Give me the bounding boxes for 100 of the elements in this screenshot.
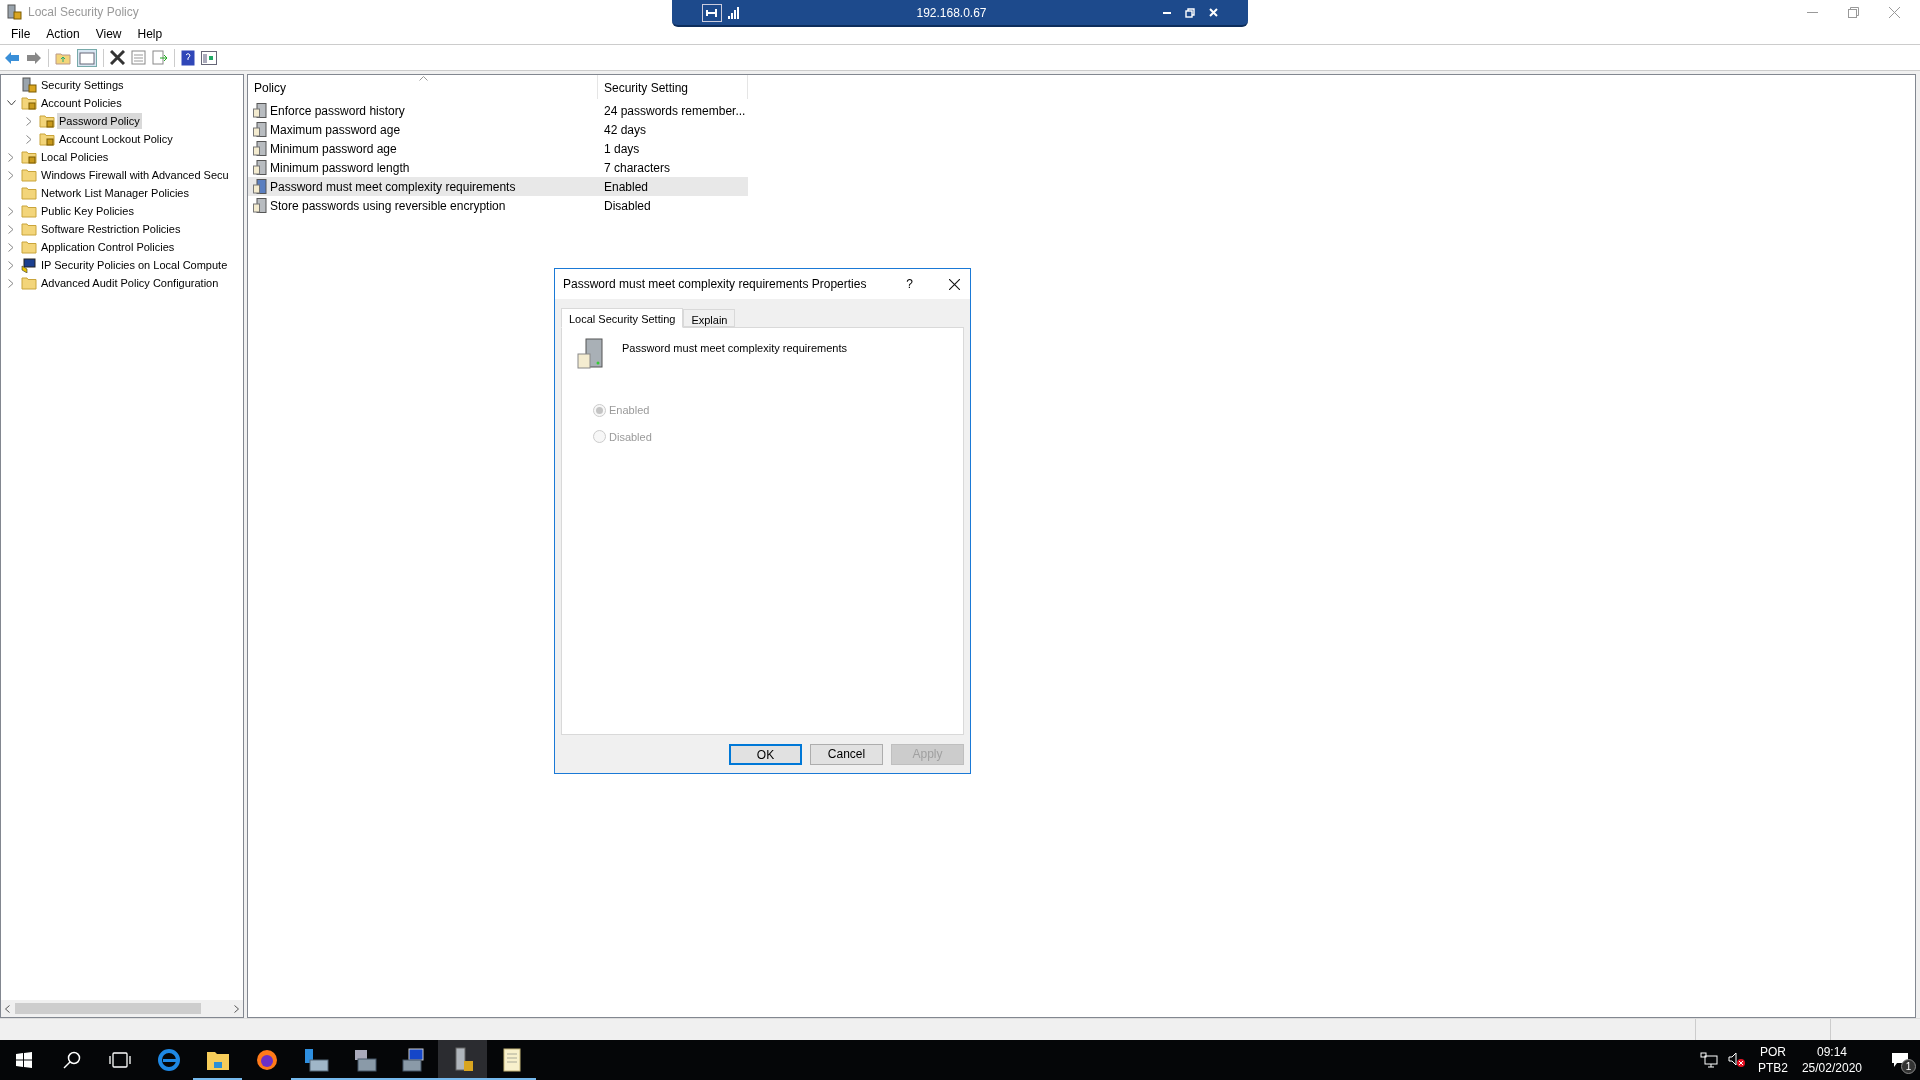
policy-icon: [253, 122, 267, 137]
security-setting: 42 days: [603, 121, 647, 139]
tree-row[interactable]: Application Control Policies: [1, 238, 243, 256]
menu-item[interactable]: View: [88, 25, 129, 43]
policy-icon: [253, 103, 267, 118]
menu-item[interactable]: Action: [39, 25, 87, 43]
taskbar-app[interactable]: [438, 1040, 487, 1080]
tree-item[interactable]: Advanced Audit Policy Configuration: [39, 274, 221, 292]
help-book-icon[interactable]: [181, 49, 195, 66]
policy-icon: [253, 179, 267, 194]
tree-item[interactable]: Security Settings: [39, 76, 126, 94]
security-setting: Enabled: [603, 178, 649, 196]
table-row[interactable]: Maximum password age 42 days: [248, 120, 748, 139]
tab[interactable]: Explain: [683, 309, 736, 327]
scroll-left-icon[interactable]: [5, 1004, 10, 1013]
show-pane-icon[interactable]: [77, 48, 97, 67]
task-view-icon: [109, 1052, 131, 1068]
monitor-toolbox-icon: [400, 1048, 427, 1072]
help-button[interactable]: ?: [906, 275, 913, 293]
tree-item[interactable]: Application Control Policies: [39, 238, 177, 256]
policy-name: Maximum password age: [270, 121, 401, 139]
dialog-button[interactable]: OK: [729, 743, 802, 765]
folder-icon: [21, 275, 37, 291]
tree-item[interactable]: Password Policy: [57, 112, 142, 130]
clock-time[interactable]: 09:14: [1816, 1044, 1847, 1060]
restore-icon[interactable]: [1185, 7, 1195, 18]
tree-row[interactable]: Windows Firewall with Advanced Secu: [1, 166, 243, 184]
policy-name: Password must meet complexity requirements: [270, 178, 516, 196]
dialog-button[interactable]: Cancel: [810, 743, 883, 765]
policy-heading: Password must meet complexity requirements: [622, 341, 847, 356]
locked-folder-icon: [21, 149, 37, 165]
keyboard-layout[interactable]: PTB2: [1757, 1060, 1788, 1076]
server-lock-icon: [21, 77, 37, 93]
tree-row[interactable]: Local Policies: [1, 148, 243, 166]
panel-view-icon[interactable]: [201, 50, 217, 65]
column-header[interactable]: Policy: [248, 75, 598, 99]
column-header[interactable]: Security Setting: [598, 75, 748, 99]
table-row[interactable]: Store passwords using reversible encryption Disabled: [248, 196, 748, 215]
security-setting: 24 passwords remember...: [603, 102, 746, 120]
scroll-right-icon[interactable]: [234, 1004, 239, 1013]
menu-item[interactable]: File: [4, 25, 38, 43]
policy-icon: [253, 198, 267, 213]
dialog-title: Password must meet complexity requirements Properties: [563, 276, 867, 293]
scroll-icon: [500, 1048, 523, 1072]
tree-item[interactable]: Account Lockout Policy: [57, 130, 175, 148]
input-language[interactable]: POR: [1759, 1044, 1786, 1060]
security-setting: 7 characters: [603, 159, 671, 177]
tree-row[interactable]: IP Security Policies on Local Compute: [1, 256, 243, 274]
tree-row[interactable]: Network List Manager Policies: [1, 184, 243, 202]
policy-icon: [253, 141, 267, 156]
table-row[interactable]: Enforce password history 24 passwords remember...: [248, 101, 748, 120]
remote-host: 192.168.0.67: [916, 4, 987, 22]
security-setting: Disabled: [603, 197, 651, 215]
tree-item[interactable]: Account Policies: [39, 94, 124, 112]
server-lock-icon: [6, 4, 22, 20]
forward-arrow-icon[interactable]: [26, 50, 42, 65]
clock-date[interactable]: 25/02/2020: [1801, 1060, 1862, 1076]
fox-globe-icon: [254, 1048, 279, 1072]
locked-folder-icon: [39, 113, 55, 129]
tree-item[interactable]: Windows Firewall with Advanced Secu: [39, 166, 231, 184]
tree-row[interactable]: Public Key Policies: [1, 202, 243, 220]
export-list-icon[interactable]: [152, 50, 168, 65]
tree-item[interactable]: Public Key Policies: [39, 202, 136, 220]
tab[interactable]: Local Security Setting: [561, 308, 684, 328]
tree-row[interactable]: Account Policies: [1, 94, 243, 112]
delete-x-icon[interactable]: [110, 50, 125, 65]
tree-item[interactable]: Software Restriction Policies: [39, 220, 183, 238]
pin-icon[interactable]: [702, 3, 722, 22]
back-arrow-icon[interactable]: [4, 50, 20, 65]
tree-row[interactable]: Security Settings: [1, 76, 243, 94]
folder-icon: [21, 221, 37, 237]
tree-row[interactable]: Password Policy: [1, 112, 243, 130]
table-row[interactable]: Minimum password age 1 days: [248, 139, 748, 158]
table-row[interactable]: Password must meet complexity requirements Enabled: [248, 177, 748, 196]
tree-item[interactable]: Network List Manager Policies: [39, 184, 191, 202]
folder-icon: [21, 203, 37, 219]
chevron-down-icon[interactable]: [6, 100, 16, 106]
folder-icon: [21, 167, 37, 183]
window-title: Local Security Policy: [28, 4, 139, 21]
notification-button[interactable]: 1: [1880, 1040, 1920, 1080]
speaker-muted-icon[interactable]: [1727, 1052, 1746, 1068]
search-icon: [63, 1051, 81, 1069]
menu-item[interactable]: Help: [130, 25, 170, 43]
network-icon[interactable]: [1699, 1052, 1718, 1068]
locked-folder-icon: [39, 131, 55, 147]
minimize-icon[interactable]: [1163, 11, 1171, 14]
tree-item[interactable]: Local Policies: [39, 148, 111, 166]
scrollbar-thumb[interactable]: [15, 1003, 201, 1014]
windows-logo-icon: [16, 1052, 32, 1068]
tree-row[interactable]: Software Restriction Policies: [1, 220, 243, 238]
tree-row[interactable]: Advanced Audit Policy Configuration: [1, 274, 243, 292]
policy-name: Minimum password length: [270, 159, 410, 177]
tree-row[interactable]: Account Lockout Policy: [1, 130, 243, 148]
policy-icon: [253, 160, 267, 175]
notification-count: 1: [1901, 1059, 1916, 1074]
horizontal-scrollbar[interactable]: [1, 1000, 243, 1017]
table-row[interactable]: Minimum password length 7 characters: [248, 158, 748, 177]
policy-name: Enforce password history: [270, 102, 405, 120]
close-icon[interactable]: [949, 278, 960, 290]
tree-item[interactable]: IP Security Policies on Local Compute: [39, 256, 230, 274]
